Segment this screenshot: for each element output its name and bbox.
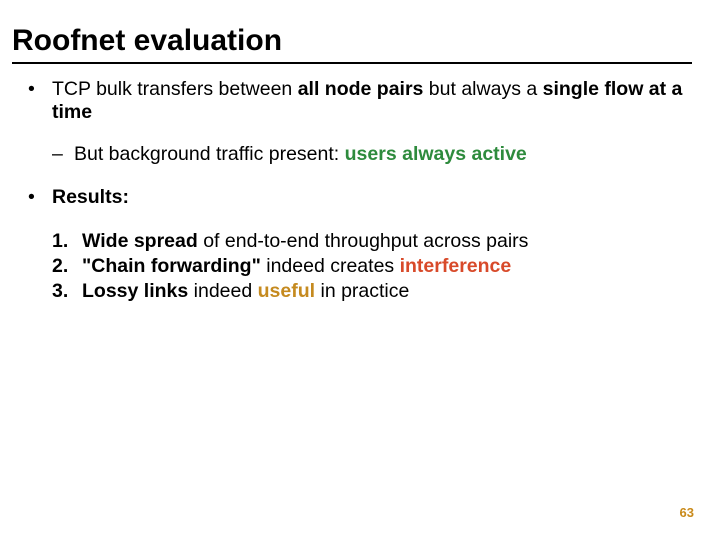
text: But background traffic present: [74, 143, 345, 165]
text-bold: Lossy links [82, 280, 188, 302]
bullet-body: But background traffic present: users al… [74, 143, 692, 166]
text: but always a [423, 78, 542, 100]
numbered-item-3: 3. Lossy links indeed useful in practice [52, 280, 692, 303]
page-number: 63 [680, 505, 694, 520]
bullet-main-2: • Results: [28, 186, 692, 209]
bullet-body: TCP bulk transfers between all node pair… [52, 78, 692, 125]
num-marker: 1. [52, 230, 82, 253]
text: TCP bulk transfers between [52, 78, 298, 100]
slide-title: Roofnet evaluation [12, 24, 692, 64]
bullet-body: Wide spread of end-to-end throughput acr… [82, 230, 692, 253]
bullet-sub-1: – But background traffic present: users … [52, 143, 692, 166]
bullet-body: Lossy links indeed useful in practice [82, 280, 692, 303]
slide-content: • TCP bulk transfers between all node pa… [12, 78, 692, 304]
numbered-item-1: 1. Wide spread of end-to-end throughput … [52, 230, 692, 253]
bullet-main-1: • TCP bulk transfers between all node pa… [28, 78, 692, 125]
text-bold: Wide spread [82, 230, 198, 252]
num-marker: 3. [52, 280, 82, 303]
numbered-item-2: 2. "Chain forwarding" indeed creates int… [52, 255, 692, 278]
text: indeed [188, 280, 257, 302]
bullet-body: "Chain forwarding" indeed creates interf… [82, 255, 692, 278]
text-red: interference [400, 255, 512, 277]
bullet-marker: • [28, 186, 52, 209]
bullet-body: Results: [52, 186, 692, 209]
num-marker: 2. [52, 255, 82, 278]
bullet-marker: • [28, 78, 52, 125]
text-bold: "Chain forwarding" [82, 255, 261, 277]
text: of end-to-end throughput across pairs [198, 230, 529, 252]
text-orange: useful [258, 280, 315, 302]
dash-marker: – [52, 143, 74, 166]
text: in practice [315, 280, 409, 302]
text: indeed creates [261, 255, 400, 277]
text-green: users always active [345, 143, 527, 165]
text-bold: all node pairs [298, 78, 424, 100]
